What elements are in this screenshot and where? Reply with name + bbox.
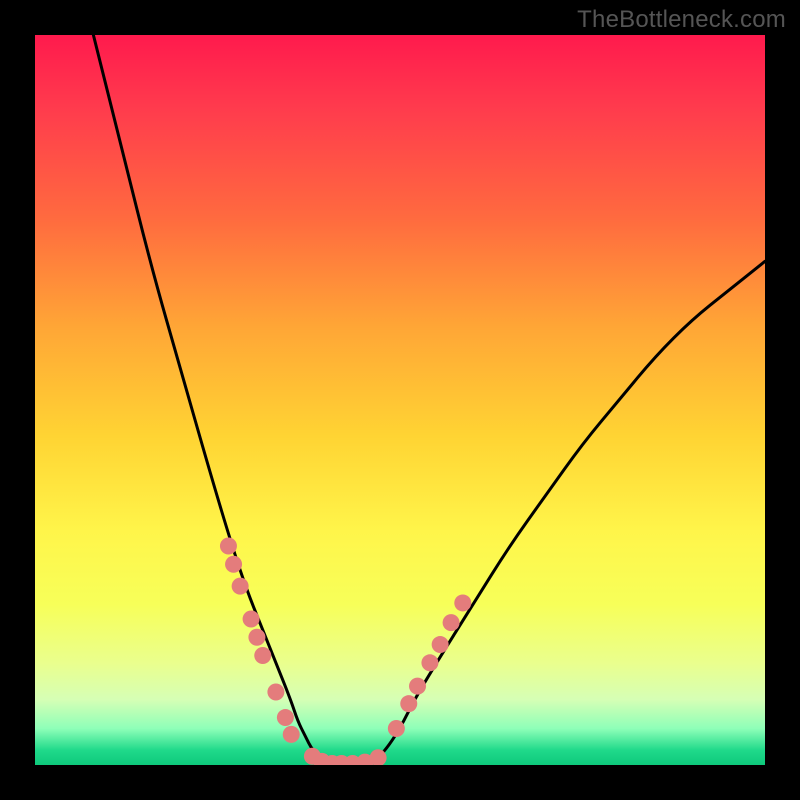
marker-group — [220, 538, 471, 766]
chart-frame: TheBottleneck.com — [0, 0, 800, 800]
chart-plot-area — [35, 35, 765, 765]
data-marker — [409, 678, 426, 695]
data-marker — [267, 684, 284, 701]
watermark-text: TheBottleneck.com — [577, 6, 786, 34]
data-marker — [225, 556, 242, 573]
data-marker — [421, 654, 438, 671]
data-marker — [232, 578, 249, 595]
data-marker — [432, 636, 449, 653]
data-marker — [283, 726, 300, 743]
data-marker — [243, 611, 260, 628]
data-marker — [388, 720, 405, 737]
data-marker — [454, 594, 471, 611]
data-marker — [254, 647, 271, 664]
data-marker — [220, 538, 237, 555]
data-marker — [248, 629, 265, 646]
data-marker — [277, 709, 294, 726]
data-marker — [400, 695, 417, 712]
chart-svg — [35, 35, 765, 765]
data-marker — [443, 614, 460, 631]
